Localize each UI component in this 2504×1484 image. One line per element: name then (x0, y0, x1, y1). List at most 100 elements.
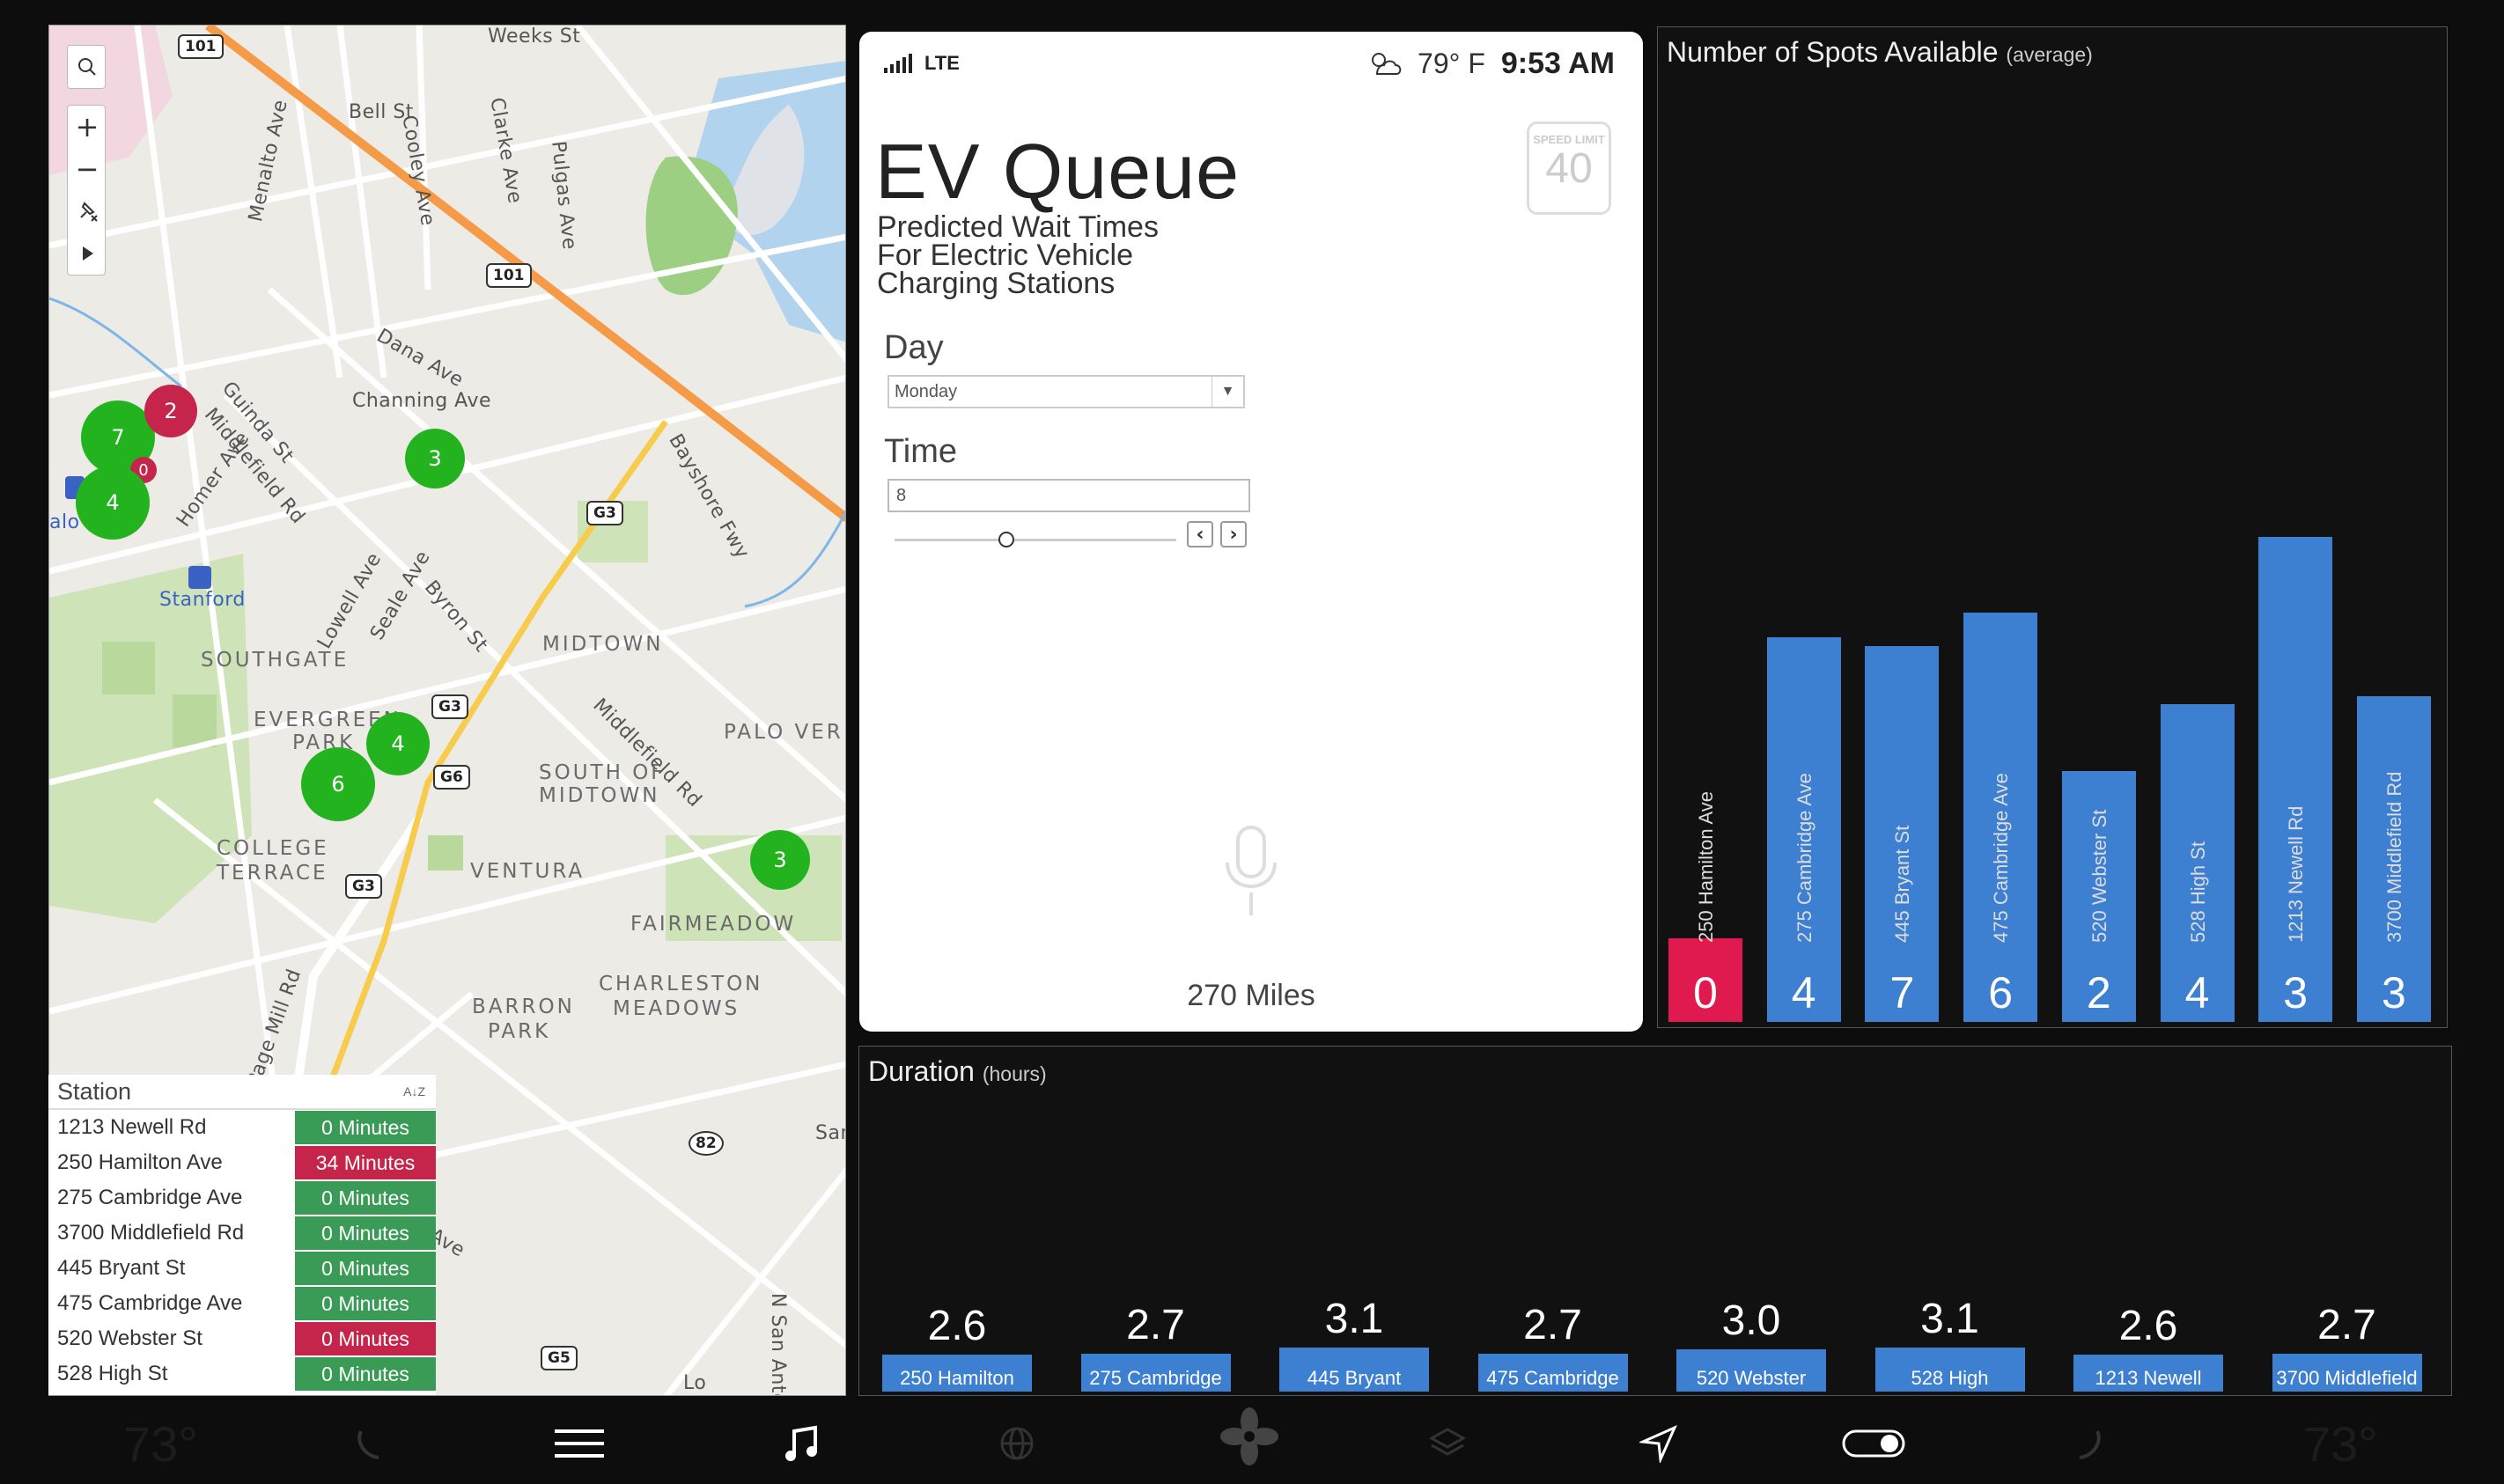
bar-category-label: 445 Bryant St (1891, 825, 1914, 943)
district-label: BARRON (472, 995, 575, 1018)
day-select[interactable]: Monday ▼ (887, 375, 1245, 408)
station-row[interactable]: 275 Cambridge Ave 0 Minutes (48, 1180, 436, 1216)
station-cluster[interactable]: 6 (301, 747, 375, 821)
bar-value-label: 6 (1988, 968, 2013, 1017)
highway-shield: G3 (345, 874, 382, 899)
bar-value-label: 3 (2381, 968, 2406, 1017)
station-name: 475 Cambridge Ave (57, 1291, 243, 1315)
district-label: MIDTOWN (539, 784, 660, 807)
right-temperature[interactable]: 73° (2303, 1416, 2378, 1472)
station-name: 250 Hamilton Ave (57, 1150, 223, 1174)
bar-category-label: 250 Hamilton (900, 1367, 1014, 1389)
globe-icon[interactable] (998, 1419, 1035, 1468)
microphone-icon[interactable] (1220, 824, 1282, 921)
wait-time-badge: 0 Minutes (295, 1252, 436, 1285)
bar-category-label: 275 Cambridge (1089, 1367, 1222, 1389)
fan-icon[interactable] (1220, 1407, 1278, 1466)
wait-time-badge: 0 Minutes (295, 1111, 436, 1144)
time-input[interactable]: 8 (887, 479, 1250, 512)
map-label: San (815, 1122, 845, 1144)
station-cluster[interactable]: 4 (76, 466, 150, 540)
chart-title-note: (average) (2006, 43, 2093, 66)
station-row[interactable]: 475 Cambridge Ave 0 Minutes (48, 1286, 436, 1321)
map-label: Lo (683, 1372, 707, 1394)
bar-category-label: 520 Webster St (2088, 809, 2110, 943)
clock: 9:53 AM (1500, 46, 1615, 80)
station-row[interactable]: 520 Webster St 0 Minutes (48, 1321, 436, 1356)
partly-cloudy-icon (1372, 53, 1402, 75)
step-back-button[interactable]: ‹ (1187, 521, 1213, 547)
bar-category-label: 275 Cambridge Ave (1793, 773, 1815, 943)
wait-time-badge: 0 Minutes (295, 1216, 436, 1250)
slider-thumb[interactable] (998, 532, 1014, 547)
station-cluster[interactable]: 4 (366, 712, 430, 775)
station-table-header[interactable]: Station A↓Z (48, 1075, 436, 1110)
app-title: EV Queue (875, 128, 1241, 215)
district-label: MIDTOWN (542, 633, 664, 656)
station-row[interactable]: 445 Bryant St 0 Minutes (48, 1251, 436, 1286)
toggle-icon[interactable] (1842, 1419, 1905, 1468)
station-cluster[interactable]: 3 (405, 429, 465, 489)
slider-track (895, 539, 1176, 541)
station-row[interactable]: 528 High St 0 Minutes (48, 1356, 436, 1392)
chevron-down-icon[interactable]: ▼ (1211, 377, 1243, 407)
wait-time-badge: 0 Minutes (295, 1357, 436, 1391)
signal-icon (884, 54, 912, 73)
phone-icon[interactable] (352, 1419, 387, 1468)
highway-shield: G5 (541, 1346, 578, 1370)
bar-value-label: 4 (2184, 968, 2210, 1017)
speed-limit-value: 40 (1545, 145, 1593, 192)
bar-value-label: 2.7 (1523, 1301, 1582, 1348)
layers-icon[interactable] (1428, 1419, 1467, 1468)
play-icon[interactable] (68, 232, 107, 275)
wait-time-badge: 0 Minutes (295, 1287, 436, 1320)
ev-queue-app: LTE 79° F 9:53 AM SPEED LIMIT 40 EV Queu… (859, 32, 1643, 1032)
bar-category-label: 475 Cambridge Ave (1990, 773, 2013, 943)
bar-value-label: 0 (1693, 968, 1718, 1017)
subtitle-line: Charging Stations (877, 267, 1116, 300)
district-label: VENTURA (470, 860, 585, 883)
bar-value-label: 3.0 (1721, 1297, 1781, 1344)
bar-value-label: 2.7 (2317, 1301, 2376, 1348)
phone-right-icon[interactable] (2071, 1419, 2106, 1468)
time-label: Time (884, 433, 958, 470)
map-label: Channing Ave (352, 390, 492, 412)
map-label: alo (49, 511, 80, 533)
station-cluster[interactable]: 2 (144, 385, 197, 437)
district-label: MEADOWS (613, 997, 740, 1020)
pin-icon[interactable] (68, 190, 107, 232)
bar-category-label: 1213 Newell Rd (2285, 805, 2308, 943)
station-wait-table: Station A↓Z 1213 Newell Rd 0 Minutes 250 H… (48, 1075, 436, 1395)
status-bar: LTE 79° F 9:53 AM (884, 46, 1615, 81)
train-station-icon (188, 566, 211, 589)
highway-shield: G3 (431, 694, 468, 719)
step-forward-button[interactable]: › (1220, 521, 1247, 547)
station-column-header[interactable]: Station (57, 1078, 131, 1106)
station-cluster[interactable]: 3 (750, 830, 810, 890)
district-label: PALO VERD (724, 721, 845, 744)
station-row[interactable]: 250 Hamilton Ave 34 Minutes (48, 1145, 436, 1180)
spots-bar[interactable] (2258, 537, 2333, 1022)
map-search-control[interactable] (67, 45, 106, 89)
highway-shield: 101 (178, 34, 224, 59)
highway-shield: G3 (586, 501, 623, 525)
zoom-out-button[interactable]: − (68, 148, 107, 190)
left-temperature[interactable]: 73° (123, 1416, 198, 1472)
subtitle-line: For Electric Vehicle (877, 239, 1133, 272)
district-label: CHARLESTON (599, 973, 763, 995)
time-slider[interactable] (895, 526, 1176, 553)
station-row[interactable]: 1213 Newell Rd 0 Minutes (48, 1110, 436, 1145)
zoom-in-button[interactable]: + (68, 106, 107, 148)
station-row[interactable]: 3700 Middlefield Rd 0 Minutes (48, 1216, 436, 1251)
subtitle-line: Predicted Wait Times (877, 210, 1159, 244)
bar-category-label: 3700 Middlefield (2276, 1367, 2418, 1389)
station-name: 3700 Middlefield Rd (57, 1221, 245, 1245)
chart-title-note: (hours) (982, 1062, 1047, 1085)
music-icon[interactable] (782, 1419, 821, 1468)
menu-icon[interactable] (553, 1419, 606, 1468)
sort-alpha-icon[interactable]: A↓Z (403, 1084, 425, 1098)
bar-category-label: 475 Cambridge (1486, 1367, 1619, 1389)
wait-time-badge: 34 Minutes (295, 1146, 436, 1179)
search-icon[interactable] (68, 46, 107, 88)
navigation-icon[interactable] (1639, 1419, 1678, 1468)
